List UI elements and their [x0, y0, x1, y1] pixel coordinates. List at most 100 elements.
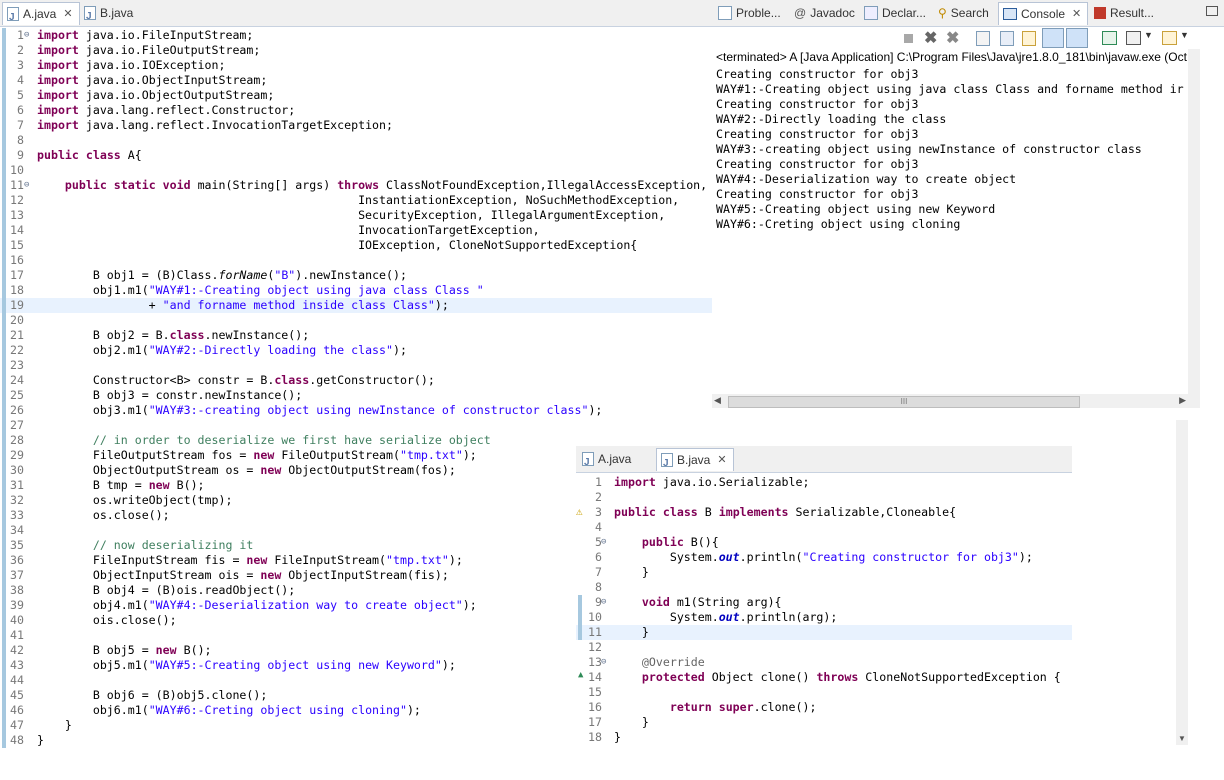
- tab-javadoc[interactable]: @ Javadoc: [790, 2, 861, 24]
- code-line[interactable]: 8: [0, 133, 712, 148]
- code-line[interactable]: 20: [0, 313, 712, 328]
- code-line[interactable]: 25 B obj3 = constr.newInstance();: [0, 388, 712, 403]
- tab-a-java[interactable]: A.java: [578, 448, 637, 474]
- code-editor-b-java[interactable]: 1 import java.io.Serializable; 2 3 public cl…: [576, 473, 1072, 753]
- tab-problems[interactable]: Proble...: [714, 2, 787, 24]
- line-number: 13: [588, 655, 602, 669]
- code-line[interactable]: 9 public class A{: [0, 148, 712, 163]
- tab-label: Search: [950, 6, 989, 20]
- open-console-icon[interactable]: [1162, 31, 1177, 45]
- display-console-icon[interactable]: [1126, 31, 1141, 45]
- tab-b-java[interactable]: B.java: [80, 2, 139, 28]
- code-line[interactable]: 13 @Override: [576, 655, 1072, 670]
- code-line[interactable]: 5 public B(){: [576, 535, 1072, 550]
- fold-toggle-icon[interactable]: ⊖: [601, 657, 606, 667]
- tab-a-java[interactable]: A.java ✕: [2, 2, 80, 29]
- word-wrap-icon[interactable]: [1022, 31, 1036, 46]
- fold-toggle-icon[interactable]: ⊖: [601, 537, 606, 547]
- code-text: import java.io.FileInputStream;: [37, 28, 254, 42]
- override-marker-icon[interactable]: ▲: [578, 670, 583, 680]
- code-line[interactable]: 7 }: [576, 565, 1072, 580]
- code-line[interactable]: 8: [576, 580, 1072, 595]
- close-icon[interactable]: ✕: [717, 449, 726, 471]
- code-line[interactable]: 26 obj3.m1("WAY#3:-creating object using…: [0, 403, 712, 418]
- code-line[interactable]: 14 protected Object clone() throws Clone…: [576, 670, 1072, 685]
- code-line[interactable]: 15: [576, 685, 1072, 700]
- code-line[interactable]: 27: [0, 418, 712, 433]
- code-line[interactable]: 7 import java.lang.reflect.InvocationTarg…: [0, 118, 712, 133]
- code-line[interactable]: 11 }: [576, 625, 1072, 640]
- chevron-down-icon[interactable]: ▼: [1180, 30, 1189, 40]
- code-line[interactable]: 12: [576, 640, 1072, 655]
- remove-launch-icon[interactable]: ✖: [924, 28, 937, 48]
- console-output-line: WAY#2:-Directly loading the class: [716, 112, 947, 126]
- pin-console-icon[interactable]: [1102, 31, 1117, 45]
- tab-label: A.java: [598, 452, 632, 466]
- code-line[interactable]: 6 System.out.println("Creating construct…: [576, 550, 1072, 565]
- scrollbar-thumb[interactable]: III: [728, 396, 1080, 408]
- fold-toggle-icon[interactable]: ⊖: [24, 30, 29, 40]
- tab-b-java[interactable]: B.java ✕: [656, 448, 734, 475]
- code-line[interactable]: 1 import java.io.Serializable;: [576, 475, 1072, 490]
- code-line[interactable]: 2: [576, 490, 1072, 505]
- code-line[interactable]: 24 Constructor<B> constr = B.class.getCo…: [0, 373, 712, 388]
- console-horizontal-scrollbar[interactable]: ◀ III ▶: [712, 394, 1200, 408]
- code-text: import java.io.ObjectOutputStream;: [37, 88, 275, 102]
- chevron-down-icon[interactable]: ▼: [1144, 30, 1153, 40]
- right-editor-vertical-scrollbar[interactable]: ▼: [1176, 420, 1188, 745]
- code-line[interactable]: 3 import java.io.IOException;: [0, 58, 712, 73]
- code-line[interactable]: 13 SecurityException, IllegalArgumentExc…: [0, 208, 712, 223]
- console-vertical-scrollbar[interactable]: [1188, 49, 1200, 394]
- console-output[interactable]: <terminated> A [Java Application] C:\Pro…: [712, 49, 1197, 394]
- code-text: ObjectOutputStream os = new ObjectOutput…: [37, 463, 456, 477]
- tab-console[interactable]: Console ✕: [998, 2, 1089, 25]
- code-text: }: [614, 565, 649, 579]
- tab-declaration[interactable]: Declar...: [860, 2, 932, 24]
- code-line[interactable]: 21 B obj2 = B.class.newInstance();: [0, 328, 712, 343]
- fold-toggle-icon[interactable]: ⊖: [24, 180, 29, 190]
- fold-toggle-icon[interactable]: ⊖: [601, 597, 606, 607]
- code-line[interactable]: 18 obj1.m1("WAY#1:-Creating object using…: [0, 283, 712, 298]
- code-line[interactable]: 18}: [576, 730, 1072, 745]
- problems-icon: [718, 6, 732, 20]
- code-line[interactable]: 16: [0, 253, 712, 268]
- code-line[interactable]: 9 void m1(String arg){: [576, 595, 1072, 610]
- show-stdout-icon[interactable]: [1042, 28, 1064, 48]
- restore-icon[interactable]: [1206, 6, 1218, 16]
- code-line[interactable]: 19 + "and forname method inside class Cl…: [0, 298, 712, 313]
- close-icon[interactable]: ✕: [1072, 3, 1081, 25]
- tab-results[interactable]: Result...: [1090, 2, 1160, 24]
- close-icon[interactable]: ✕: [63, 3, 72, 25]
- remove-all-icon[interactable]: ✖: [946, 28, 959, 48]
- code-line[interactable]: 22 obj2.m1("WAY#2:-Directly loading the …: [0, 343, 712, 358]
- code-line[interactable]: 1 import java.io.FileInputStream;: [0, 28, 712, 43]
- clear-console-icon[interactable]: [976, 31, 990, 46]
- code-line[interactable]: 5 import java.io.ObjectOutputStream;: [0, 88, 712, 103]
- console-output-line: WAY#4:-Deserialization way to create obj…: [716, 172, 1017, 186]
- code-text: import java.io.IOException;: [37, 58, 226, 72]
- code-line[interactable]: 3 public class B implements Serializable,…: [576, 505, 1072, 520]
- code-line[interactable]: 16 return super.clone();: [576, 700, 1072, 715]
- code-line[interactable]: 14 InvocationTargetException,: [0, 223, 712, 238]
- code-line[interactable]: 4: [576, 520, 1072, 535]
- scroll-right-arrow[interactable]: ▶: [1179, 395, 1186, 406]
- scroll-lock-icon[interactable]: [1000, 31, 1014, 46]
- code-line[interactable]: 23: [0, 358, 712, 373]
- code-line[interactable]: 10: [0, 163, 712, 178]
- code-line[interactable]: 17 B obj1 = (B)Class.forName("B").newIns…: [0, 268, 712, 283]
- code-line[interactable]: 10 System.out.println(arg);: [576, 610, 1072, 625]
- code-line[interactable]: 11 public static void main(String[] args…: [0, 178, 712, 193]
- code-line[interactable]: 6 import java.lang.reflect.Constructor;: [0, 103, 712, 118]
- code-line[interactable]: 4 import java.io.ObjectInputStream;: [0, 73, 712, 88]
- scroll-down-arrow[interactable]: ▼: [1178, 734, 1186, 743]
- scroll-left-arrow[interactable]: ◀: [714, 395, 721, 406]
- code-line[interactable]: 15 IOException, CloneNotSupportedExcepti…: [0, 238, 712, 253]
- code-line[interactable]: 12 InstantiationException, NoSuchMethodE…: [0, 193, 712, 208]
- tab-label: B.java: [100, 6, 134, 20]
- tab-search[interactable]: ⚲ Search: [934, 2, 995, 24]
- warning-icon[interactable]: ⚠: [576, 505, 583, 518]
- terminate-icon[interactable]: [904, 34, 913, 43]
- show-stderr-icon[interactable]: [1066, 28, 1088, 48]
- code-line[interactable]: 17 }: [576, 715, 1072, 730]
- code-line[interactable]: 2 import java.io.FileOutputStream;: [0, 43, 712, 58]
